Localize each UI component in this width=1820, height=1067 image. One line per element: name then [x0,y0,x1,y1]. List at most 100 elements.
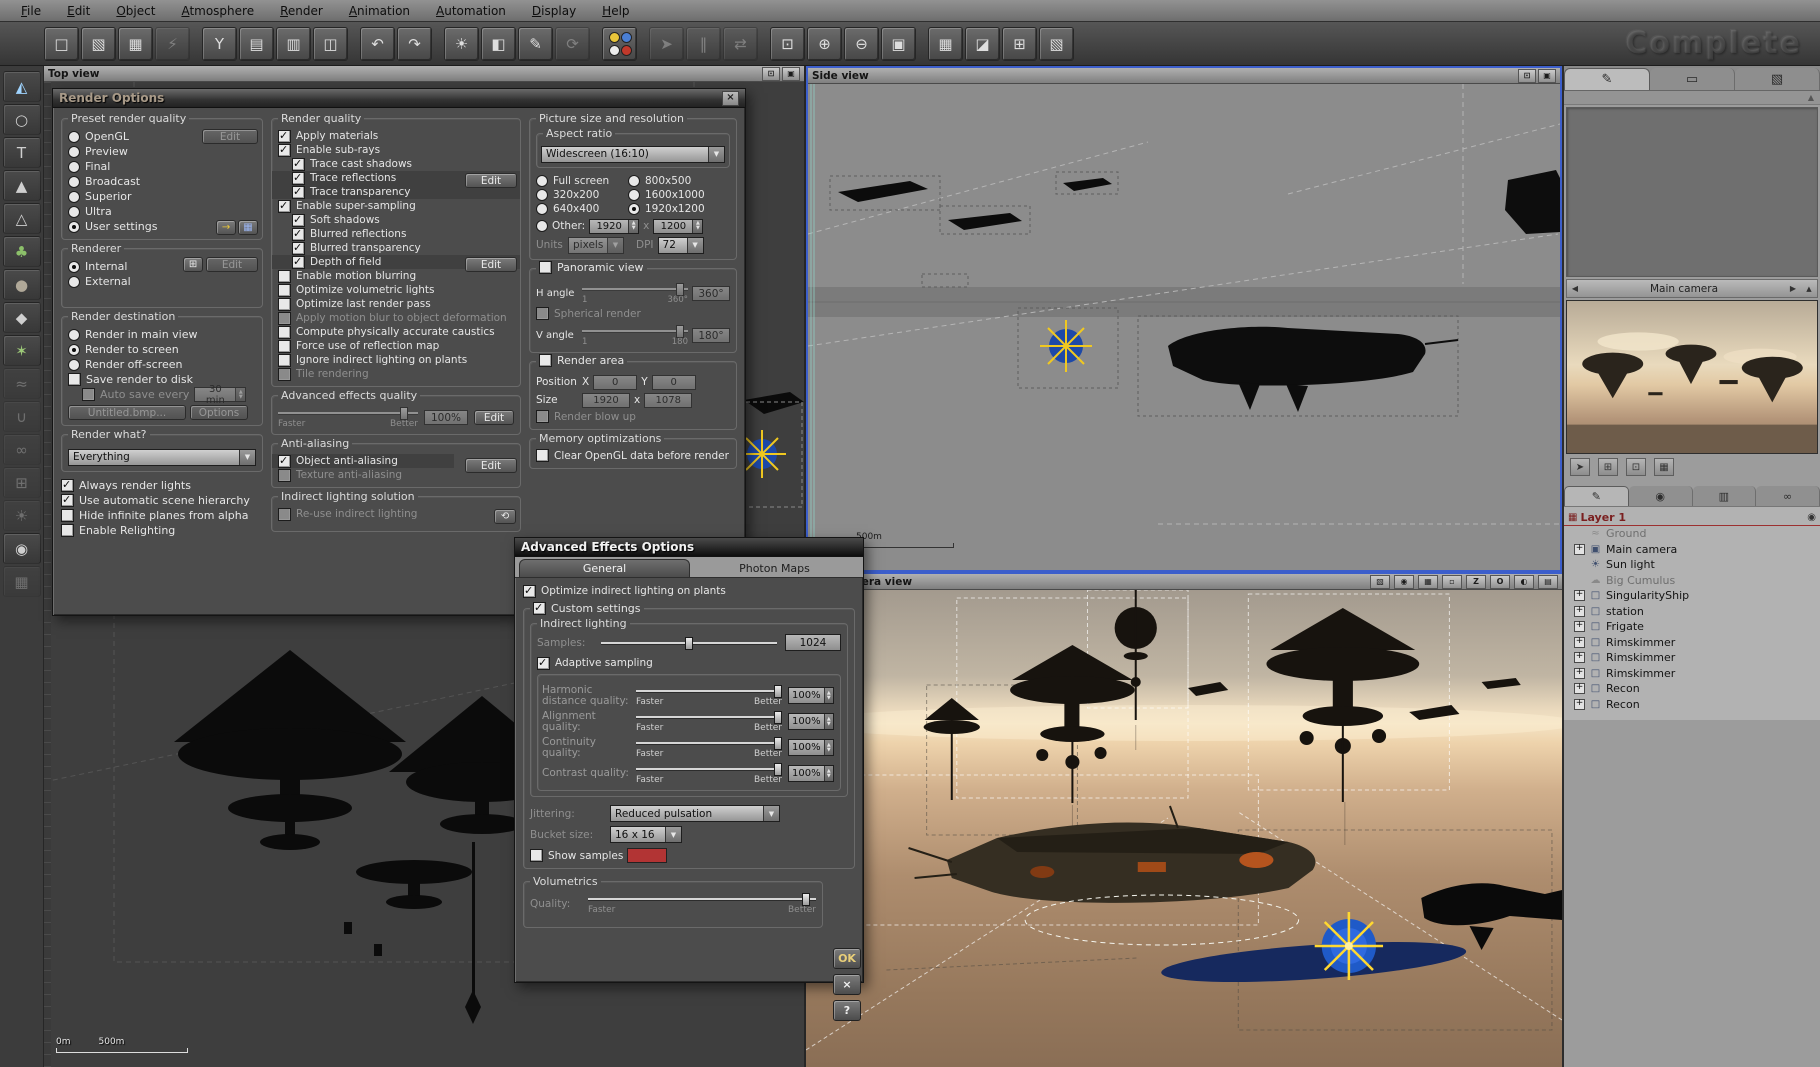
render-blowup-checkbox[interactable]: Render blow up [536,410,730,424]
side-view-titlebar[interactable]: Side view ⊡ ▣ [808,68,1560,84]
quality-checkbox[interactable]: Optimize volumetric lights [278,283,514,297]
tool-button[interactable]: ▲ [2,170,41,201]
quality-checkbox[interactable]: Enable super-sampling [278,199,514,213]
scene-object-row[interactable]: + □ Rimskimmer [1564,666,1820,682]
layer-visibility-icon[interactable]: ◉ [1807,512,1816,523]
prev-camera-icon[interactable]: ◀ [1567,284,1583,293]
toolbar-button[interactable]: ⟳ [555,26,590,61]
top-view-titlebar[interactable]: Top view ⊡ ▣ [44,66,804,82]
tool-button[interactable]: △ [2,203,41,234]
toolbar-button[interactable]: Y [202,26,237,61]
scene-object-row[interactable]: + □ station [1564,604,1820,620]
area-height-spinner[interactable]: 1078 [644,392,693,408]
tool-button[interactable]: ◉ [2,533,41,564]
toolbar-button[interactable]: ◫ [313,26,348,61]
resolution-radio[interactable]: 320x200 [536,188,628,202]
toolbar-button[interactable]: ◪ [965,26,1000,61]
expand-icon[interactable]: + [1574,605,1585,617]
quality-checkbox[interactable]: Apply motion blur to object deformation [278,311,514,325]
preset-radio[interactable]: Final [68,159,256,174]
tool-button[interactable]: ≈ [2,368,41,399]
toolbar-button[interactable]: ⊡ [770,26,805,61]
h-angle-slider[interactable] [582,282,688,296]
quality-checkbox[interactable]: Apply materials [278,129,514,143]
spherical-render-checkbox[interactable]: Spherical render [536,307,730,321]
bucket-size-dropdown[interactable]: 16 x 16 ▼ [610,826,682,843]
display-mode-icon[interactable]: O [1490,574,1510,589]
samples-slider[interactable] [601,636,777,650]
save-preset-icon[interactable]: ▦ [238,220,258,235]
quality-value-spinner[interactable]: 100% ▲ ▼ [788,713,834,730]
renderer-radio[interactable]: External [68,274,256,289]
tool-button[interactable]: ☀ [2,500,41,531]
effects-quality-slider[interactable] [278,406,418,420]
expand-icon[interactable]: + [1574,621,1585,633]
toolbar-button[interactable]: ▧ [1039,26,1074,61]
output-file-button[interactable]: Untitled.bmp... [68,405,186,420]
jittering-dropdown[interactable]: Reduced pulsation ▼ [610,805,780,822]
toolbar-button[interactable]: ▧ [81,26,116,61]
quality-checkbox[interactable]: Force use of reflection map [278,339,514,353]
side-view-canvas[interactable] [808,84,1560,570]
preset-radio[interactable]: Broadcast [68,174,256,189]
tool-button[interactable]: ▦ [2,566,41,597]
destination-radio[interactable]: Render off-screen [68,357,256,372]
quality-value-spinner[interactable]: 100% ▲ ▼ [788,687,834,704]
toolbar-button[interactable]: ✎ [518,26,553,61]
cancel-button[interactable]: × [833,974,861,995]
menu-item[interactable]: Help [589,4,642,18]
quality-slider[interactable] [636,684,782,698]
scene-object-row[interactable]: + □ Frigate [1564,619,1820,635]
toolbar-button[interactable]: ▦ [928,26,963,61]
dialog-titlebar[interactable]: Render Options × [53,89,745,108]
resolution-radio[interactable]: 1600x1000 [628,188,730,202]
custom-settings-checkbox[interactable]: Custom settings [533,601,641,615]
tool-button[interactable]: ○ [2,104,41,135]
expand-icon[interactable]: + [1574,590,1585,602]
render-flag-checkbox[interactable]: Hide infinite planes from alpha [61,508,263,523]
antialiasing-checkbox[interactable]: Object anti-aliasing [272,454,454,468]
destination-radio[interactable]: Render in main view [68,327,256,342]
display-mode-icon[interactable]: ▤ [1538,574,1558,589]
sidebar-tab[interactable]: ▧ [1735,68,1820,90]
samples-value[interactable]: 1024 [785,634,841,651]
toolbar-button[interactable]: ➤ [649,26,684,61]
sidebar-tab[interactable]: ▭ [1650,68,1735,90]
antialiasing-edit-button[interactable]: Edit [465,458,517,473]
apply-preset-icon[interactable]: → [216,220,236,235]
quality-checkbox[interactable]: Tile rendering [278,367,514,381]
toolbar-button[interactable]: ⊕ [807,26,842,61]
quality-checkbox[interactable]: Enable sub-rays [278,143,514,157]
toolbar-button[interactable]: ▥ [276,26,311,61]
adaptive-sampling-checkbox[interactable]: Adaptive sampling [537,656,841,670]
scene-object-row[interactable]: + □ SingularityShip [1564,588,1820,604]
display-mode-icon[interactable]: ▫ [1442,574,1462,589]
quality-slider[interactable] [636,710,782,724]
panoramic-checkbox[interactable]: Panoramic view [539,261,644,274]
renderer-edit-button[interactable]: Edit [206,257,258,272]
display-mode-icon[interactable]: ▦ [1418,574,1438,589]
render-flag-checkbox[interactable]: Use automatic scene hierarchy [61,493,263,508]
tool-button[interactable]: ∪ [2,401,41,432]
toolbar-button[interactable]: ⊞ [1002,26,1037,61]
camera-view-canvas[interactable] [806,590,1562,1067]
toolbar-button[interactable]: ↶ [360,26,395,61]
collapse-preview-icon[interactable]: ▲ [1801,285,1817,293]
aspect-tab[interactable]: ∞ [1756,486,1820,506]
autosave-checkbox[interactable]: Auto save every 30 min ▲ ▼ [68,384,256,406]
units-dropdown[interactable]: pixels ▼ [568,236,624,254]
file-options-button[interactable]: Options [190,405,248,420]
dpi-dropdown[interactable]: 72 ▼ [657,236,704,254]
toolbar-button[interactable]: ▦ [118,26,153,61]
area-y-spinner[interactable]: 0 [651,374,696,390]
toolbar-button[interactable]: ⊖ [844,26,879,61]
camera-preview[interactable] [1566,300,1818,454]
render-flag-checkbox[interactable]: Enable Relighting [61,523,263,538]
volumetrics-quality-slider[interactable] [588,892,816,906]
display-mode-icon[interactable]: ◐ [1514,574,1534,589]
dialog-titlebar[interactable]: Advanced Effects Options [515,538,863,557]
tool-button[interactable]: ◆ [2,302,41,333]
quality-checkbox[interactable]: Soft shadows [278,213,514,227]
custom-height-spinner[interactable]: 1200 ▲ ▼ [653,218,704,234]
tool-button[interactable]: ⊞ [2,467,41,498]
